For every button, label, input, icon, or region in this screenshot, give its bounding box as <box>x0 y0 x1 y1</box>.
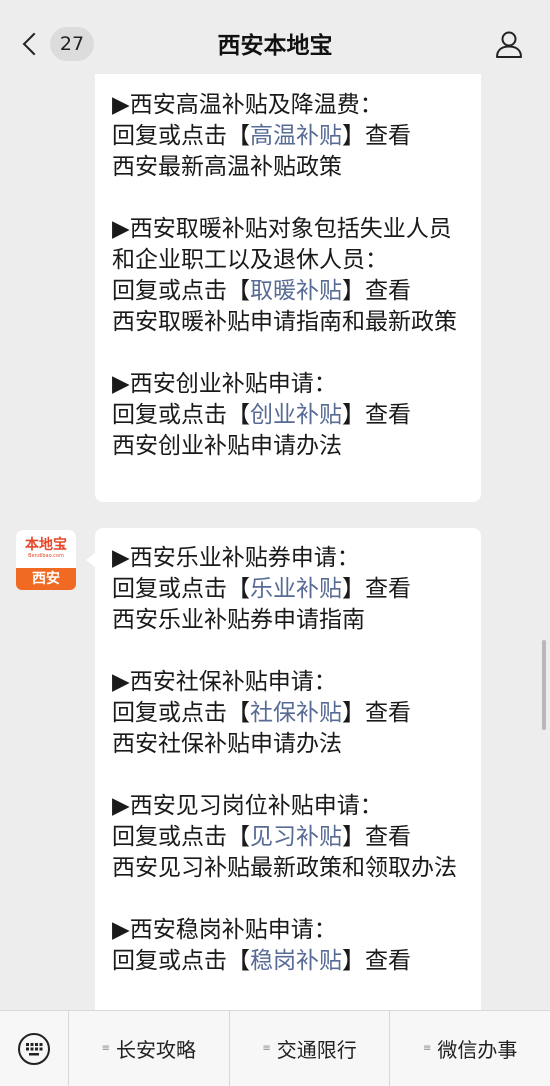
message-bubble: ▶西安高温补贴及降温费： 回复或点击【高温补贴】查看 西安最新高温补贴政策 ▶西… <box>95 74 481 502</box>
menu-item-changan-guide[interactable]: ≡ 长安攻略 <box>69 1011 230 1086</box>
item-heading: ▶西安见习岗位补贴申请： <box>112 793 383 819</box>
message-item: ▶西安稳岗补贴申请： 回复或点击【稳岗补贴】查看 <box>112 915 465 977</box>
menu-item-traffic-restriction[interactable]: ≡ 交通限行 <box>230 1011 391 1086</box>
action-prefix: 回复或点击【 <box>112 278 250 304</box>
menu-item-wechat-services[interactable]: ≡ 微信办事 <box>390 1011 550 1086</box>
menu-lines-icon: ≡ <box>422 1043 432 1054</box>
keyword-link[interactable]: 创业补贴 <box>250 402 342 428</box>
action-prefix: 回复或点击【 <box>112 402 250 428</box>
avatar-city: 西安 <box>32 571 60 587</box>
item-description: 西安创业补贴申请办法 <box>112 433 342 459</box>
message-bubble: ▶西安乐业补贴券申请： 回复或点击【乐业补贴】查看 西安乐业补贴券申请指南 ▶西… <box>86 528 481 1048</box>
action-prefix: 回复或点击【 <box>112 700 250 726</box>
action-suffix: 】查看 <box>342 700 411 726</box>
keyword-link[interactable]: 取暖补贴 <box>250 278 342 304</box>
menu-lines-icon: ≡ <box>262 1043 271 1054</box>
account-avatar[interactable]: 本地宝 Bendibao.com 西安 <box>16 530 76 590</box>
action-suffix: 】查看 <box>342 402 411 428</box>
message-item: ▶西安社保补贴申请： 回复或点击【社保补贴】查看 西安社保补贴申请办法 <box>112 667 465 760</box>
action-prefix: 回复或点击【 <box>112 123 250 149</box>
item-heading: ▶西安社保补贴申请： <box>112 669 337 695</box>
item-heading: ▶西安稳岗补贴申请： <box>112 917 337 943</box>
item-action-line: 回复或点击【乐业补贴】查看 <box>112 574 465 605</box>
item-heading: ▶西安创业补贴申请： <box>112 371 337 397</box>
unread-count-badge: 27 <box>50 27 94 61</box>
keyword-link[interactable]: 乐业补贴 <box>250 576 342 602</box>
bottom-menu-bar: ≡ 长安攻略 ≡ 交通限行 ≡ 微信办事 <box>0 1010 550 1086</box>
menu-item-label: 微信办事 <box>437 1038 518 1062</box>
action-suffix: 】查看 <box>342 824 411 850</box>
scrollbar[interactable] <box>542 640 546 730</box>
action-prefix: 回复或点击【 <box>112 948 250 974</box>
item-action-line: 回复或点击【社保补贴】查看 <box>112 698 465 729</box>
menu-lines-icon: ≡ <box>101 1043 111 1054</box>
item-action-line: 回复或点击【取暖补贴】查看 <box>112 276 465 307</box>
action-suffix: 】查看 <box>342 576 411 602</box>
item-heading: ▶西安高温补贴及降温费： <box>112 92 383 118</box>
message-item: ▶西安见习岗位补贴申请： 回复或点击【见习补贴】查看 西安见习补贴最新政策和领取… <box>112 791 465 884</box>
item-action-line: 回复或点击【稳岗补贴】查看 <box>112 946 465 977</box>
message-item: ▶西安取暖补贴对象包括失业人员和企业职工以及退休人员： 回复或点击【取暖补贴】查… <box>112 214 465 338</box>
action-suffix: 】查看 <box>342 123 411 149</box>
chevron-left-icon <box>22 32 46 56</box>
keyword-link[interactable]: 社保补贴 <box>250 700 342 726</box>
item-action-line: 回复或点击【创业补贴】查看 <box>112 400 465 431</box>
item-heading: ▶西安取暖补贴对象包括失业人员和企业职工以及退休人员： <box>112 216 452 273</box>
chat-title: 西安本地宝 <box>217 33 333 59</box>
keyword-link[interactable]: 高温补贴 <box>250 123 342 149</box>
avatar-logo: 本地宝 Bendibao.com <box>16 530 76 568</box>
action-suffix: 】查看 <box>342 948 411 974</box>
avatar-brand: 本地宝 <box>25 537 67 553</box>
action-prefix: 回复或点击【 <box>112 824 250 850</box>
item-description: 西安社保补贴申请办法 <box>112 731 342 757</box>
action-prefix: 回复或点击【 <box>112 576 250 602</box>
menu-item-label: 交通限行 <box>276 1038 357 1062</box>
keyboard-toggle-button[interactable] <box>0 1011 69 1086</box>
avatar-url: Bendibao.com <box>28 553 64 559</box>
keyword-link[interactable]: 见习补贴 <box>250 824 342 850</box>
item-heading: ▶西安乐业补贴券申请： <box>112 545 360 571</box>
item-description: 西安乐业补贴券申请指南 <box>112 607 365 633</box>
item-action-line: 回复或点击【见习补贴】查看 <box>112 822 465 853</box>
back-button[interactable]: 27 <box>18 27 94 61</box>
item-description: 西安见习补贴最新政策和领取办法 <box>112 855 457 881</box>
item-action-line: 回复或点击【高温补贴】查看 <box>112 121 465 152</box>
person-icon[interactable] <box>494 29 524 59</box>
menu-item-label: 长安攻略 <box>116 1038 197 1062</box>
item-description: 西安最新高温补贴政策 <box>112 154 342 180</box>
message-item: ▶西安高温补贴及降温费： 回复或点击【高温补贴】查看 西安最新高温补贴政策 <box>112 90 465 183</box>
item-description: 西安取暖补贴申请指南和最新政策 <box>112 309 457 335</box>
message-item: ▶西安乐业补贴券申请： 回复或点击【乐业补贴】查看 西安乐业补贴券申请指南 <box>112 543 465 636</box>
message-item: ▶西安创业补贴申请： 回复或点击【创业补贴】查看 西安创业补贴申请办法 <box>112 369 465 462</box>
keyword-link[interactable]: 稳岗补贴 <box>250 948 342 974</box>
keyboard-icon <box>18 1032 50 1065</box>
action-suffix: 】查看 <box>342 278 411 304</box>
